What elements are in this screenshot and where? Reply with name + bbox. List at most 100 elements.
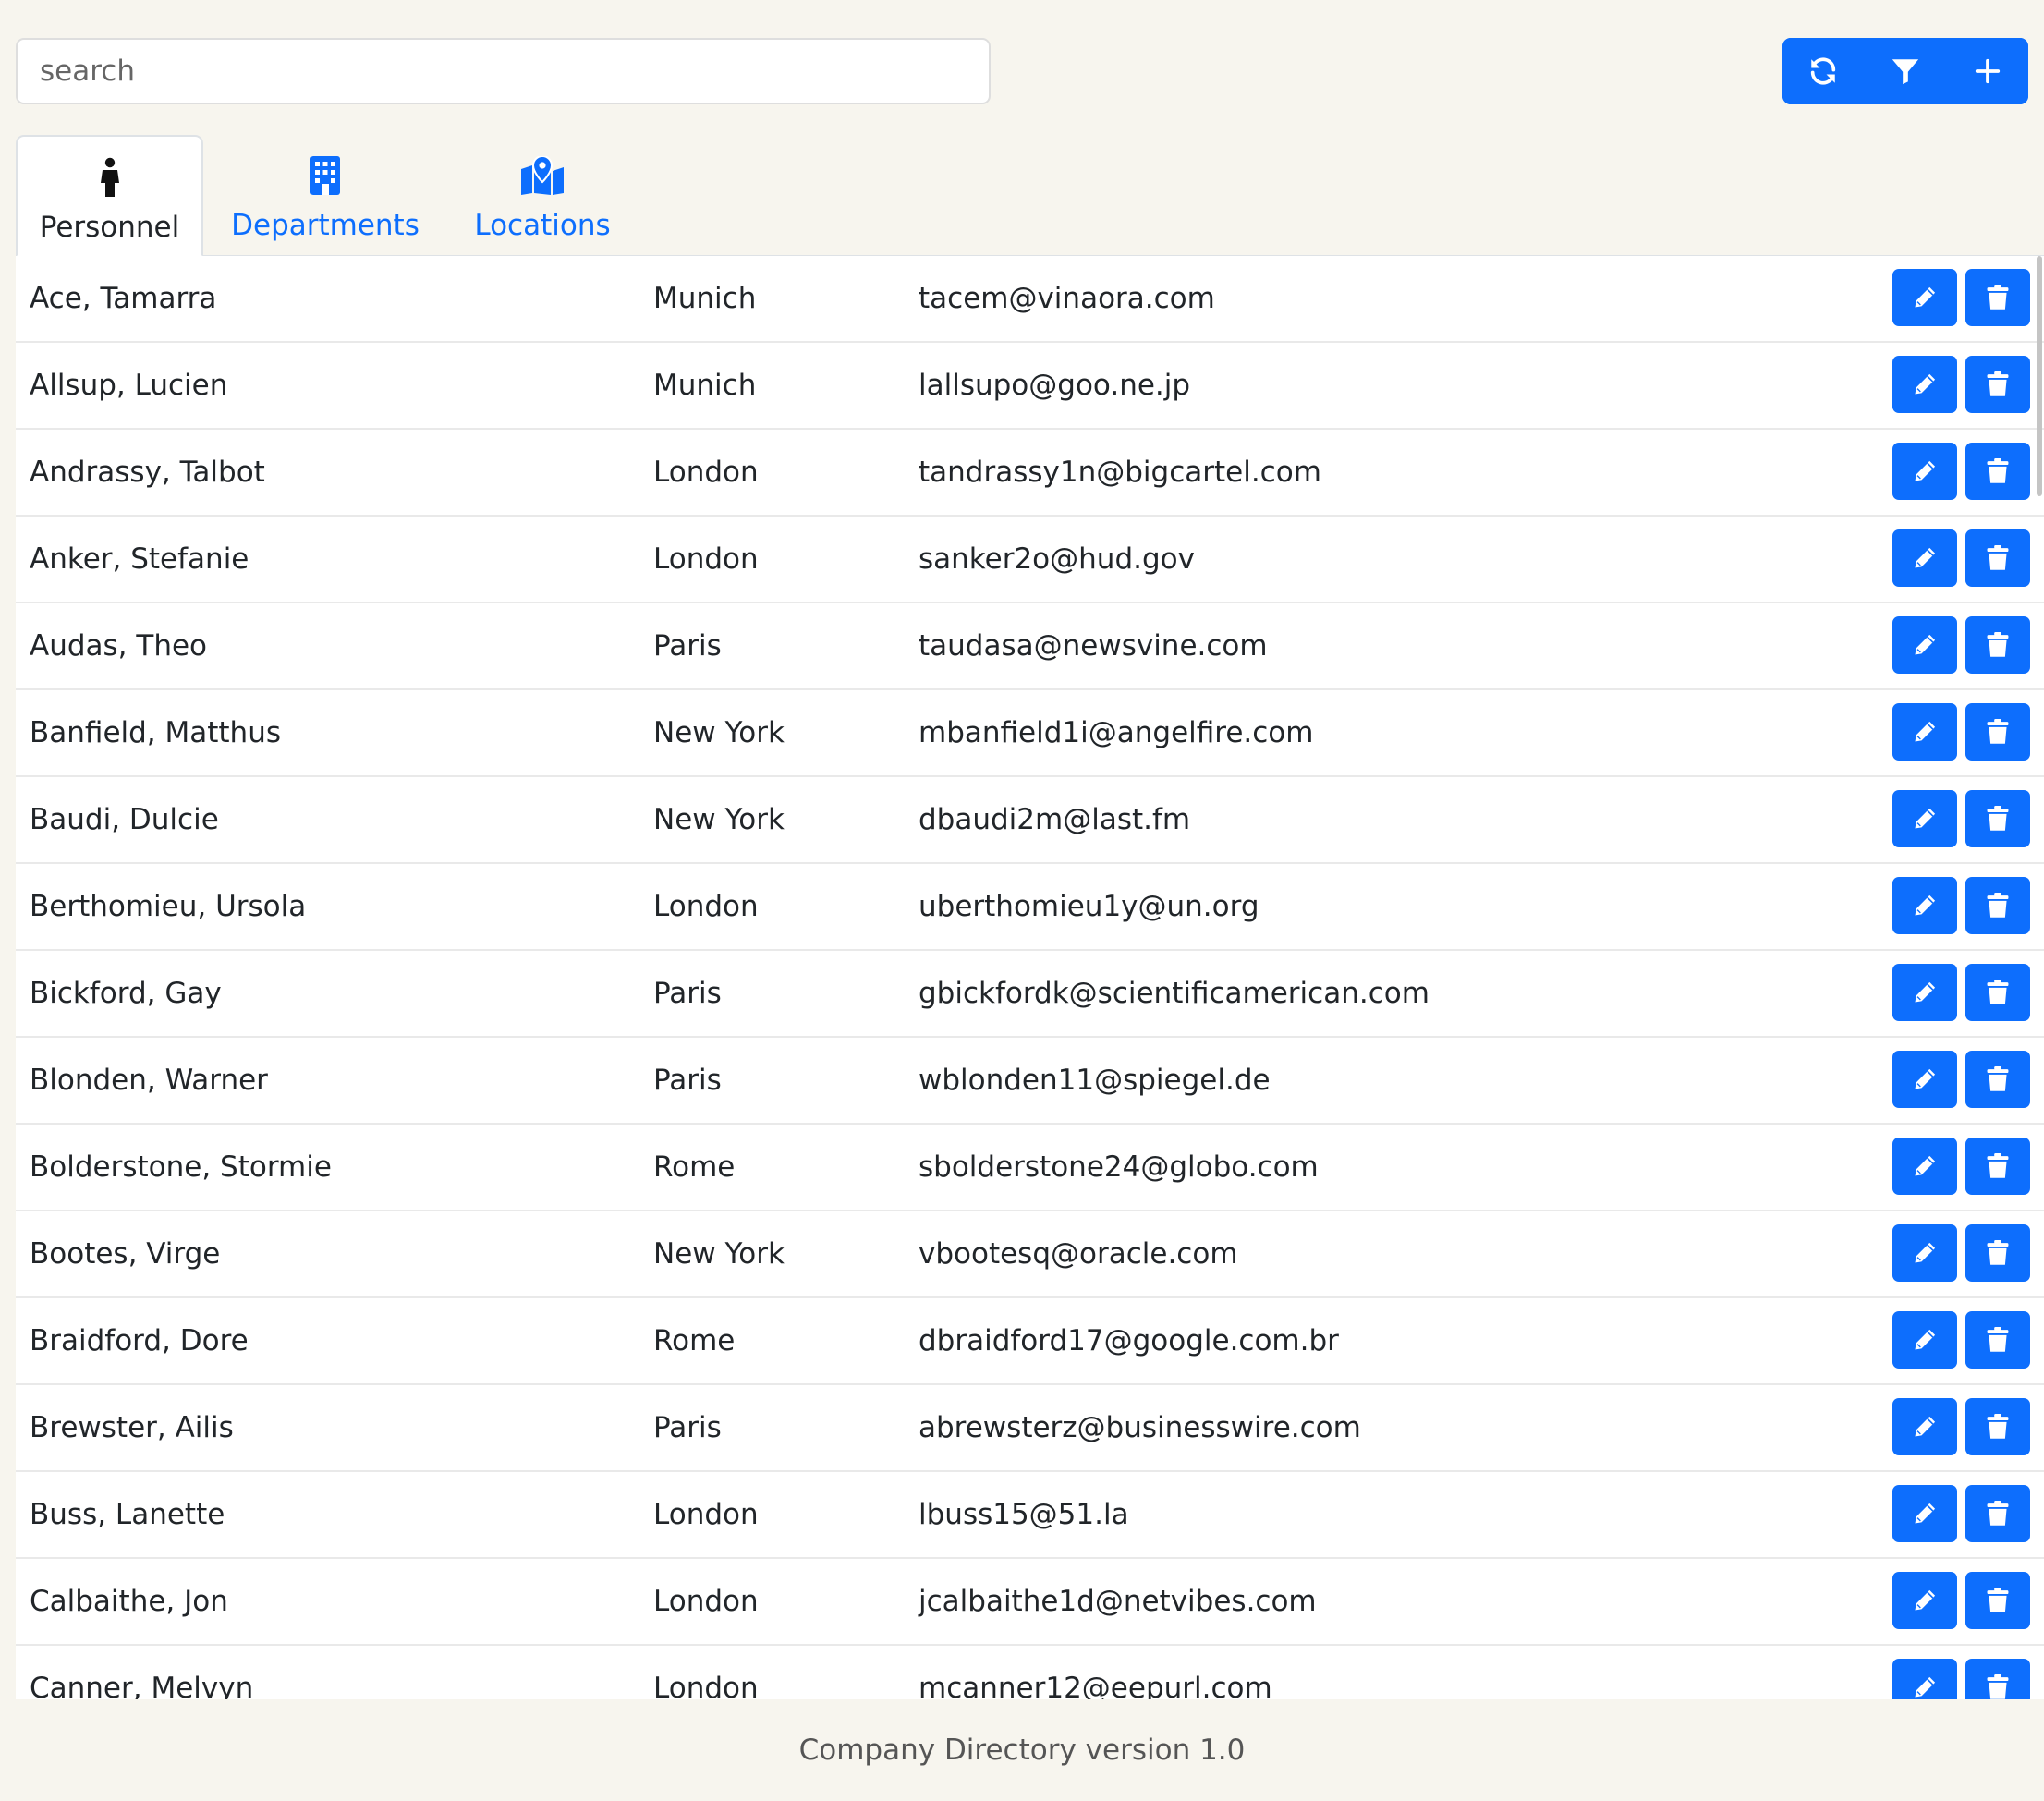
pencil-icon [1915,981,1936,1003]
pencil-icon [1915,460,1936,481]
scrollbar[interactable] [2037,256,2042,496]
table-row: Bootes, Virge New York vbootesq@oracle.com [16,1211,2044,1298]
edit-button[interactable] [1892,443,1957,500]
delete-button[interactable] [1965,1311,2030,1369]
delete-button[interactable] [1965,1138,2030,1195]
personnel-name: Buss, Lanette [30,1498,225,1531]
trash-icon [1987,980,2009,1004]
edit-button[interactable] [1892,1659,1957,1699]
edit-button[interactable] [1892,877,1957,934]
map-location-icon [521,156,564,195]
table-row: Braidford, Dore Rome dbraidford17@google.c… [16,1298,2044,1385]
personnel-location: Paris [653,1064,722,1097]
pencil-icon [1915,1676,1936,1698]
personnel-email: dbraidford17@google.com.br [919,1324,1339,1357]
personnel-email: dbaudi2m@last.fm [919,803,1191,836]
edit-button[interactable] [1892,616,1957,674]
delete-button[interactable] [1965,790,2030,847]
personnel-email: sanker2o@hud.gov [919,542,1195,576]
edit-button[interactable] [1892,790,1957,847]
edit-button[interactable] [1892,1485,1957,1542]
refresh-button[interactable] [1782,38,1865,104]
trash-icon [1987,371,2009,396]
tab-label: Personnel [39,211,180,244]
table-row: Blonden, Warner Paris wblonden11@spiegel.d… [16,1038,2044,1125]
edit-button[interactable] [1892,1051,1957,1108]
delete-button[interactable] [1965,1659,2030,1699]
delete-button[interactable] [1965,877,2030,934]
personnel-name: Banfield, Matthus [30,716,282,749]
personnel-name: Bickford, Gay [30,977,222,1010]
personnel-location: Paris [653,977,722,1010]
pencil-icon [1915,1503,1936,1524]
pencil-icon [1915,808,1936,829]
edit-button[interactable] [1892,1138,1957,1195]
edit-button[interactable] [1892,703,1957,761]
trash-icon [1987,632,2009,657]
delete-button[interactable] [1965,1485,2030,1542]
personnel-email: lbuss15@51.la [919,1498,1129,1531]
personnel-location: Munich [653,369,757,402]
pencil-icon [1915,1416,1936,1437]
table-row: Allsup, Lucien Munich lallsupo@goo.ne.jp [16,343,2044,430]
trash-icon [1987,806,2009,831]
edit-button[interactable] [1892,964,1957,1021]
trash-icon [1987,545,2009,570]
pencil-icon [1915,1068,1936,1089]
tab-locations[interactable]: Locations [450,135,635,255]
personnel-name: Andrassy, Talbot [30,456,265,489]
table-row: Calbaithe, Jon London jcalbaithe1d@netvibe… [16,1559,2044,1646]
delete-button[interactable] [1965,1572,2030,1629]
delete-button[interactable] [1965,964,2030,1021]
delete-button[interactable] [1965,443,2030,500]
personnel-location: London [653,1672,759,1699]
trash-icon [1987,893,2009,918]
delete-button[interactable] [1965,703,2030,761]
edit-button[interactable] [1892,1224,1957,1282]
delete-button[interactable] [1965,1224,2030,1282]
delete-button[interactable] [1965,356,2030,413]
plus-icon [1975,58,2000,84]
table-row: Bickford, Gay Paris gbickfordk@scientifica… [16,951,2044,1038]
tab-personnel[interactable]: Personnel [16,135,203,257]
edit-button[interactable] [1892,1398,1957,1455]
edit-button[interactable] [1892,1311,1957,1369]
edit-button[interactable] [1892,1572,1957,1629]
edit-button[interactable] [1892,529,1957,587]
search-input[interactable] [16,38,991,104]
building-icon [310,156,340,195]
delete-button[interactable] [1965,529,2030,587]
footer-text: Company Directory version 1.0 [0,1699,2044,1801]
edit-button[interactable] [1892,356,1957,413]
personnel-email: sbolderstone24@globo.com [919,1150,1319,1184]
personnel-name: Ace, Tamarra [30,282,217,315]
delete-button[interactable] [1965,269,2030,326]
delete-button[interactable] [1965,616,2030,674]
personnel-name: Bootes, Virge [30,1237,221,1271]
personnel-name: Allsup, Lucien [30,369,228,402]
tab-label: Departments [231,209,420,242]
personnel-location: Rome [653,1324,736,1357]
personnel-name: Blonden, Warner [30,1064,268,1097]
personnel-email: abrewsterz@businesswire.com [919,1411,1361,1444]
personnel-email: tandrassy1n@bigcartel.com [919,456,1321,489]
personnel-name: Anker, Stefanie [30,542,249,576]
add-button[interactable] [1946,38,2028,104]
tab-departments[interactable]: Departments [219,135,432,255]
trash-icon [1987,719,2009,744]
personnel-name: Berthomieu, Ursola [30,890,307,923]
filter-button[interactable] [1864,38,1947,104]
trash-icon [1987,285,2009,310]
personnel-location: Paris [653,629,722,663]
pencil-icon [1915,1329,1936,1350]
delete-button[interactable] [1965,1398,2030,1455]
pencil-icon [1915,894,1936,916]
trash-icon [1987,1327,2009,1352]
edit-button[interactable] [1892,269,1957,326]
personnel-email: vbootesq@oracle.com [919,1237,1238,1271]
personnel-location: London [653,456,759,489]
personnel-email: tacem@vinaora.com [919,282,1215,315]
personnel-name: Bolderstone, Stormie [30,1150,332,1184]
delete-button[interactable] [1965,1051,2030,1108]
filter-icon [1892,59,1919,85]
